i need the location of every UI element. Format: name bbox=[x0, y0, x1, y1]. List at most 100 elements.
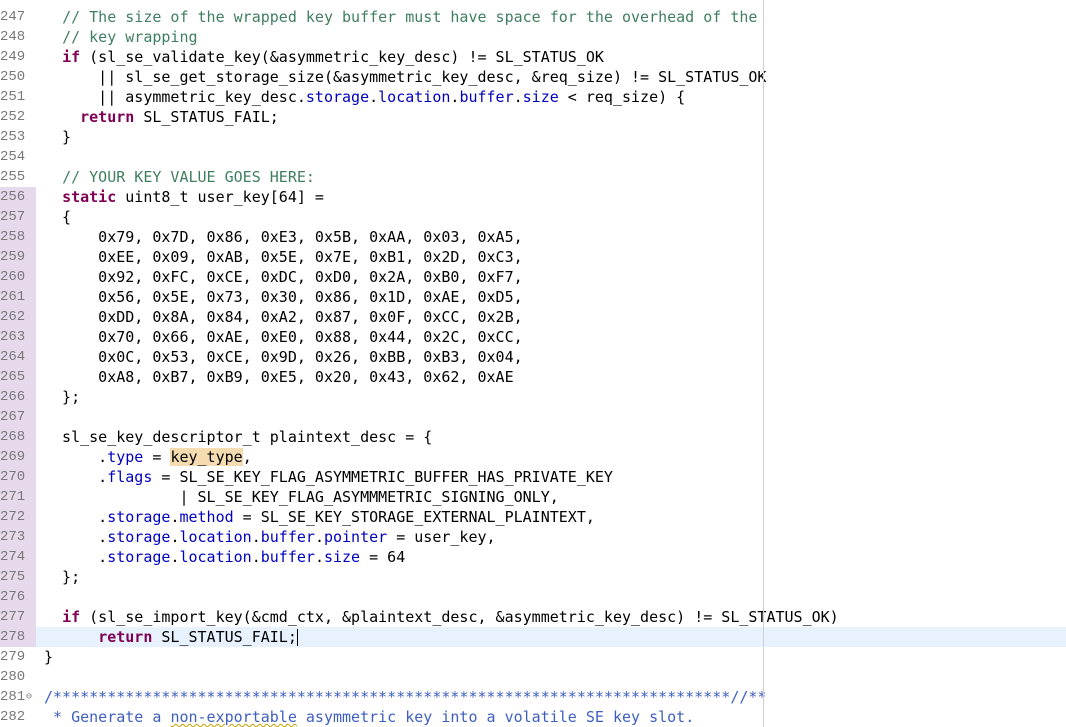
code-token: . bbox=[251, 548, 261, 566]
code-text: .storage.location.buffer.size = 64 bbox=[44, 547, 405, 567]
code-line[interactable]: 270 .flags = SL_SE_KEY_FLAG_ASYMMETRIC_B… bbox=[0, 467, 1066, 487]
line-number: 260 bbox=[0, 267, 36, 287]
line-number: 248 bbox=[0, 29, 26, 45]
line-number: 280 bbox=[0, 669, 26, 685]
print-margin-line bbox=[763, 0, 764, 727]
code-line[interactable]: 282 * Generate a non-exportable asymmetr… bbox=[0, 707, 1066, 727]
line-number: 270 bbox=[0, 467, 36, 487]
line-number: 247 bbox=[0, 9, 26, 25]
line-number: 275 bbox=[0, 567, 36, 587]
code-text: 0xEE, 0x09, 0xAB, 0x5E, 0x7E, 0xB1, 0x2D… bbox=[44, 247, 523, 267]
code-text: }; bbox=[44, 387, 80, 407]
code-token: < req_size) { bbox=[558, 88, 686, 106]
code-line[interactable]: 273 .storage.location.buffer.pointer = u… bbox=[0, 527, 1066, 547]
code-token: storage bbox=[107, 548, 171, 566]
code-text: .storage.location.buffer.pointer = user_… bbox=[44, 527, 495, 547]
code-token: if bbox=[62, 48, 81, 66]
code-text: 0x0C, 0x53, 0xCE, 0x9D, 0x26, 0xBB, 0xB3… bbox=[44, 347, 522, 367]
code-text: 0x56, 0x5E, 0x73, 0x30, 0x86, 0x1D, 0xAE… bbox=[44, 287, 523, 307]
code-line[interactable]: 254 bbox=[0, 147, 1066, 167]
code-token: = SL_SE_KEY_STORAGE_EXTERNAL_PLAINTEXT, bbox=[233, 508, 595, 526]
code-token: static bbox=[62, 188, 117, 206]
code-text: { bbox=[44, 207, 71, 227]
code-line[interactable]: 272 .storage.method = SL_SE_KEY_STORAGE_… bbox=[0, 507, 1066, 527]
code-text: || sl_se_get_storage_size(&asymmetric_ke… bbox=[44, 67, 766, 87]
code-text: .flags = SL_SE_KEY_FLAG_ASYMMETRIC_BUFFE… bbox=[44, 467, 613, 487]
code-text: || asymmetric_key_desc.storage.location.… bbox=[44, 87, 685, 107]
code-line[interactable]: 256 static uint8_t user_key[64] = bbox=[0, 187, 1066, 207]
code-token: non-exportable bbox=[170, 708, 297, 726]
code-line[interactable]: 268 sl_se_key_descriptor_t plaintext_des… bbox=[0, 427, 1066, 447]
code-line[interactable]: 280 bbox=[0, 667, 1066, 687]
code-token: sl_se_key_descriptor_t plaintext_desc = … bbox=[44, 428, 433, 446]
code-line[interactable]: 274 .storage.location.buffer.size = 64 bbox=[0, 547, 1066, 567]
code-token: location bbox=[179, 528, 252, 546]
code-line[interactable]: 277 if (sl_se_import_key(&cmd_ctx, &plai… bbox=[0, 607, 1066, 627]
line-number: 257 bbox=[0, 207, 36, 227]
code-line[interactable]: 250 || sl_se_get_storage_size(&asymmetri… bbox=[0, 67, 1066, 87]
line-number: 259 bbox=[0, 247, 36, 267]
line-number: 282 bbox=[0, 709, 26, 725]
code-line[interactable]: 281 ⊖/***********************************… bbox=[0, 687, 1066, 707]
code-line[interactable]: 260 0x92, 0xFC, 0xCE, 0xDC, 0xD0, 0x2A, … bbox=[0, 267, 1066, 287]
line-number: 264 bbox=[0, 347, 36, 367]
code-token: buffer bbox=[260, 548, 315, 566]
code-token: 0x92, 0xFC, 0xCE, 0xDC, 0xD0, 0x2A, 0xB0… bbox=[44, 268, 523, 286]
code-text: if (sl_se_validate_key(&asymmetric_key_d… bbox=[44, 47, 604, 67]
code-line[interactable]: 267 bbox=[0, 407, 1066, 427]
code-token: . bbox=[44, 448, 108, 466]
line-number: 278 bbox=[0, 627, 36, 647]
code-line[interactable]: 269 .type = key_type, bbox=[0, 447, 1066, 467]
code-line[interactable]: 252 return SL_STATUS_FAIL; bbox=[0, 107, 1066, 127]
code-line[interactable]: 261 0x56, 0x5E, 0x73, 0x30, 0x86, 0x1D, … bbox=[0, 287, 1066, 307]
line-number: 258 bbox=[0, 227, 36, 247]
line-number: 272 bbox=[0, 507, 36, 527]
code-text: static uint8_t user_key[64] = bbox=[44, 187, 324, 207]
code-token: 0x56, 0x5E, 0x73, 0x30, 0x86, 0x1D, 0xAE… bbox=[44, 288, 523, 306]
line-number: 256 bbox=[0, 187, 36, 207]
code-token: | SL_SE_KEY_FLAG_ASYMMMETRIC_SIGNING_ONL… bbox=[44, 488, 559, 506]
code-line[interactable]: 264 0x0C, 0x53, 0xCE, 0x9D, 0x26, 0xBB, … bbox=[0, 347, 1066, 367]
code-text: 0x70, 0x66, 0xAE, 0xE0, 0x88, 0x44, 0x2C… bbox=[44, 327, 522, 347]
code-text: // The size of the wrapped key buffer mu… bbox=[44, 7, 757, 27]
code-line[interactable]: 258 0x79, 0x7D, 0x86, 0xE3, 0x5B, 0xAA, … bbox=[0, 227, 1066, 247]
code-text: if (sl_se_import_key(&cmd_ctx, &plaintex… bbox=[44, 607, 839, 627]
code-line[interactable]: 275 }; bbox=[0, 567, 1066, 587]
code-line[interactable]: 262 0xDD, 0x8A, 0x84, 0xA2, 0x87, 0x0F, … bbox=[0, 307, 1066, 327]
code-token: SL_STATUS_FAIL; bbox=[134, 108, 279, 126]
code-line[interactable]: 247 // The size of the wrapped key buffe… bbox=[0, 7, 1066, 27]
code-line[interactable]: 255 // YOUR KEY VALUE GOES HERE: bbox=[0, 167, 1066, 187]
code-line[interactable]: 257 { bbox=[0, 207, 1066, 227]
code-token: = bbox=[143, 448, 171, 466]
line-number: 254 bbox=[0, 149, 26, 165]
code-line[interactable]: 271 | SL_SE_KEY_FLAG_ASYMMMETRIC_SIGNING… bbox=[0, 487, 1066, 507]
code-line[interactable]: 253 } bbox=[0, 127, 1066, 147]
code-line[interactable]: 259 0xEE, 0x09, 0xAB, 0x5E, 0x7E, 0xB1, … bbox=[0, 247, 1066, 267]
code-token: SL_STATUS_FAIL; bbox=[152, 628, 297, 646]
line-number: 265 bbox=[0, 367, 36, 387]
code-text: // YOUR KEY VALUE GOES HERE: bbox=[44, 167, 315, 187]
code-editor[interactable]: 247 // The size of the wrapped key buffe… bbox=[0, 0, 1066, 727]
code-token: storage bbox=[305, 88, 370, 106]
line-number: 249 bbox=[0, 49, 26, 65]
code-line[interactable]: 251 || asymmetric_key_desc.storage.locat… bbox=[0, 87, 1066, 107]
line-number: 253 bbox=[0, 129, 26, 145]
fold-toggle-icon[interactable]: ⊖ bbox=[26, 687, 32, 707]
code-token: type bbox=[107, 448, 144, 466]
line-number: 252 bbox=[0, 109, 26, 125]
line-number: 255 bbox=[0, 169, 26, 185]
code-line[interactable]: 266 }; bbox=[0, 387, 1066, 407]
code-line[interactable]: 279} bbox=[0, 647, 1066, 667]
code-line[interactable]: 249 if (sl_se_validate_key(&asymmetric_k… bbox=[0, 47, 1066, 67]
code-line[interactable]: 276 bbox=[0, 587, 1066, 607]
line-number: 266 bbox=[0, 387, 36, 407]
code-line[interactable]: 278 return SL_STATUS_FAIL; bbox=[0, 627, 1066, 647]
code-line[interactable]: 263 0x70, 0x66, 0xAE, 0xE0, 0x88, 0x44, … bbox=[0, 327, 1066, 347]
code-token: * Generate a bbox=[44, 708, 171, 726]
code-token: 0xEE, 0x09, 0xAB, 0x5E, 0x7E, 0xB1, 0x2D… bbox=[44, 248, 523, 266]
code-token: buffer bbox=[459, 88, 514, 106]
code-line[interactable]: 248 // key wrapping bbox=[0, 27, 1066, 47]
code-line[interactable]: 265 0xA8, 0xB7, 0xB9, 0xE5, 0x20, 0x43, … bbox=[0, 367, 1066, 387]
